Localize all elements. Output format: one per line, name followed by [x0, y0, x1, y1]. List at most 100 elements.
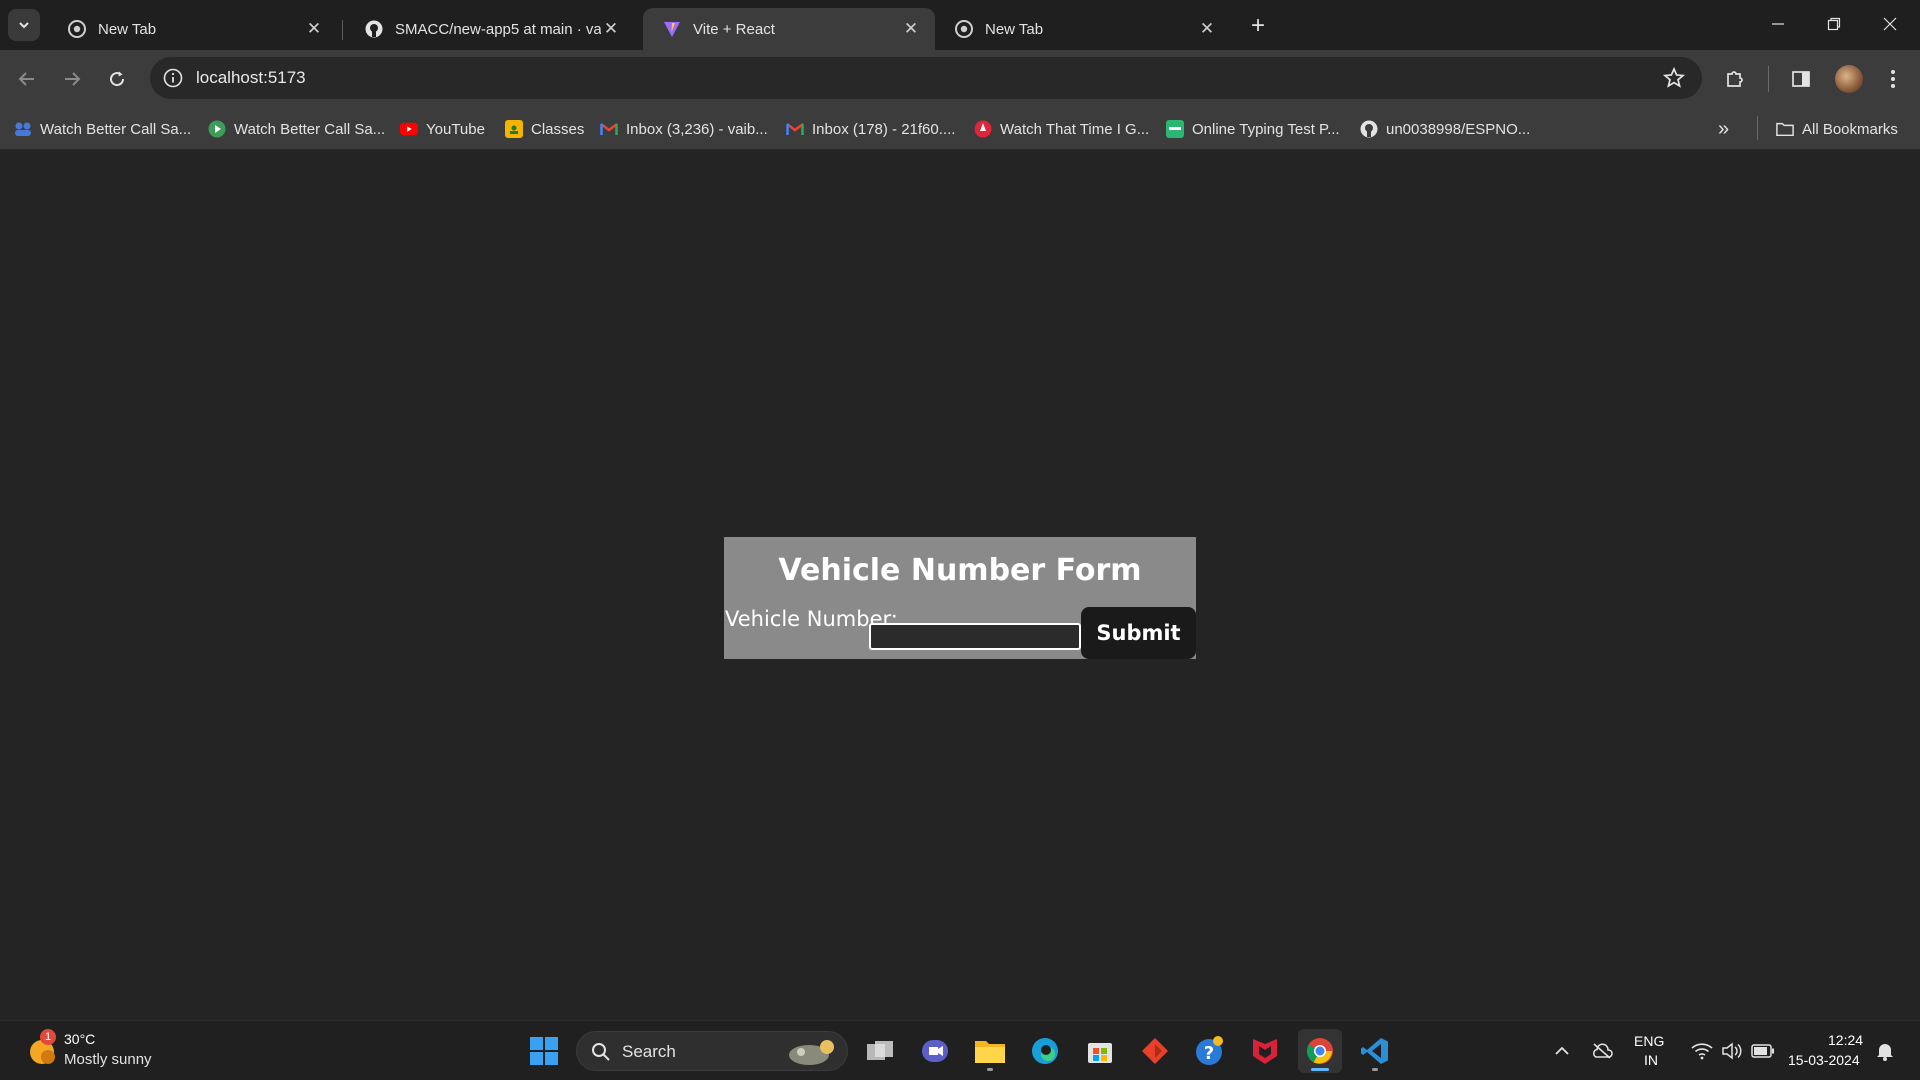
vehicle-number-input[interactable] — [869, 623, 1081, 650]
bookmark-label: un0038998/ESPNO... — [1386, 120, 1531, 138]
close-tab-icon[interactable]: ✕ — [304, 19, 324, 39]
language-region: IN — [1644, 1052, 1658, 1068]
taskbar-git-app[interactable] — [1133, 1029, 1177, 1073]
minimize-icon — [1772, 23, 1784, 25]
bookmark-favicon-red — [974, 120, 992, 138]
bookmark-item[interactable]: Inbox (3,236) - vaib... — [600, 116, 768, 142]
help-icon: ? — [1196, 1036, 1223, 1065]
taskbar-teams-meet[interactable] — [913, 1029, 957, 1073]
tab-strip: New Tab ✕ SMACC/new-app5 at main · vai ✕… — [0, 0, 1920, 50]
bookmark-favicon-play — [208, 120, 226, 138]
gmail-icon — [786, 120, 804, 138]
back-button[interactable] — [10, 62, 44, 96]
bookmark-label: Online Typing Test P... — [1192, 120, 1340, 138]
more-bookmarks-button[interactable]: » — [1718, 116, 1729, 142]
youtube-icon — [400, 120, 418, 138]
bookmark-label: Watch Better Call Sa... — [40, 120, 192, 138]
task-view-button[interactable] — [858, 1029, 902, 1073]
plus-icon: + — [1250, 12, 1265, 39]
show-hidden-icons-button[interactable] — [1540, 1029, 1584, 1073]
edge-icon — [1032, 1038, 1058, 1064]
weather-temperature: 30°C — [64, 1031, 96, 1047]
clock-date: 15-03-2024 — [1788, 1052, 1860, 1068]
profile-avatar[interactable] — [1835, 65, 1863, 93]
taskbar-vscode[interactable] — [1353, 1029, 1397, 1073]
taskbar-get-help[interactable]: ? — [1188, 1029, 1232, 1073]
close-tab-icon[interactable]: ✕ — [601, 19, 621, 39]
notifications-button[interactable] — [1862, 1029, 1908, 1073]
bookmark-item[interactable]: Classes — [505, 116, 584, 142]
bookmark-item[interactable]: Watch Better Call Sa... — [14, 116, 191, 142]
google-classroom-icon — [505, 120, 523, 138]
bookmark-label: Inbox (178) - 21f60.... — [812, 120, 956, 138]
windows-taskbar: 1 30°C Mostly sunny Search ? ENG IN 12:2… — [0, 1020, 1920, 1080]
github-icon — [1360, 120, 1378, 138]
close-window-button[interactable] — [1862, 0, 1918, 48]
weather-condition: Mostly sunny — [64, 1051, 152, 1068]
tab-github-smacc[interactable]: SMACC/new-app5 at main · vai ✕ — [345, 8, 635, 50]
windows-icon — [530, 1037, 558, 1065]
site-info-icon[interactable] — [162, 67, 184, 89]
start-button[interactable] — [522, 1029, 566, 1073]
tab-search-button[interactable] — [8, 9, 40, 41]
language-code: ENG — [1634, 1033, 1665, 1049]
puzzle-icon — [1727, 71, 1743, 87]
tab-separator — [342, 20, 343, 40]
tab-new-tab-1[interactable]: New Tab ✕ — [48, 8, 338, 50]
search-highlight-icon — [789, 1040, 834, 1065]
side-panel-button[interactable] — [1786, 64, 1816, 94]
meet-icon — [922, 1040, 948, 1062]
search-label: Search — [622, 1042, 676, 1061]
restore-button[interactable] — [1806, 0, 1862, 48]
bookmark-label: Watch That Time I G... — [1000, 120, 1150, 138]
chrome-icon — [68, 20, 86, 38]
taskbar-edge[interactable] — [1023, 1029, 1067, 1073]
taskbar-chrome[interactable] — [1298, 1029, 1342, 1073]
tab-title: New Tab — [98, 20, 157, 38]
url-text: localhost:5173 — [196, 68, 306, 87]
tab-title: New Tab — [985, 20, 1044, 38]
vite-icon — [663, 20, 681, 38]
mcafee-icon — [1253, 1039, 1277, 1064]
folder-icon — [975, 1041, 1005, 1063]
bookmark-item[interactable]: un0038998/ESPNO... — [1360, 116, 1530, 142]
submit-button[interactable]: Submit — [1081, 607, 1196, 659]
reload-button[interactable] — [100, 62, 134, 96]
restore-icon — [1827, 17, 1841, 31]
tab-new-tab-2[interactable]: New Tab ✕ — [935, 8, 1231, 50]
taskbar-microsoft-store[interactable] — [1078, 1029, 1122, 1073]
bookmark-item[interactable]: Watch Better Call Sa... — [208, 116, 385, 142]
onedrive-button[interactable] — [1580, 1029, 1624, 1073]
bookmark-item[interactable]: YouTube — [400, 116, 485, 142]
minimize-button[interactable] — [1750, 0, 1806, 48]
folder-icon — [1776, 120, 1794, 138]
bookmark-item[interactable]: Online Typing Test P... — [1166, 116, 1340, 142]
task-view-icon — [867, 1041, 893, 1060]
extensions-button[interactable] — [1720, 64, 1750, 94]
bookmark-label: Inbox (3,236) - vaib... — [626, 120, 768, 138]
address-bar[interactable]: localhost:5173 — [150, 57, 1702, 99]
page-viewport: Vehicle Number Form Vehicle Number: Subm… — [0, 151, 1920, 1020]
tab-vite-react[interactable]: Vite + React ✕ — [643, 8, 935, 50]
forward-button[interactable] — [55, 62, 89, 96]
bookmark-label: Classes — [531, 120, 585, 138]
bookmark-item[interactable]: Watch That Time I G... — [974, 116, 1149, 142]
taskbar-search[interactable]: Search — [576, 1031, 848, 1071]
close-tab-icon[interactable]: ✕ — [1197, 19, 1217, 39]
close-icon — [1883, 17, 1897, 31]
bookmark-item[interactable]: Inbox (178) - 21f60.... — [786, 116, 955, 142]
all-bookmarks-label: All Bookmarks — [1802, 120, 1898, 138]
all-bookmarks-button[interactable]: All Bookmarks — [1776, 116, 1898, 142]
taskbar-file-explorer[interactable] — [968, 1029, 1012, 1073]
close-tab-icon[interactable]: ✕ — [901, 19, 921, 39]
quick-settings-button[interactable] — [1678, 1029, 1788, 1073]
bookmark-star-icon[interactable] — [1662, 66, 1686, 90]
chrome-menu-button[interactable] — [1878, 64, 1908, 94]
gmail-icon — [600, 120, 618, 138]
bookmark-favicon-people — [14, 120, 32, 138]
taskbar-mcafee[interactable] — [1243, 1029, 1287, 1073]
volume-icon — [1722, 1042, 1742, 1060]
weather-badge: 1 — [40, 1029, 56, 1045]
wifi-icon — [1691, 1043, 1713, 1060]
new-tab-button[interactable]: + — [1244, 12, 1272, 40]
